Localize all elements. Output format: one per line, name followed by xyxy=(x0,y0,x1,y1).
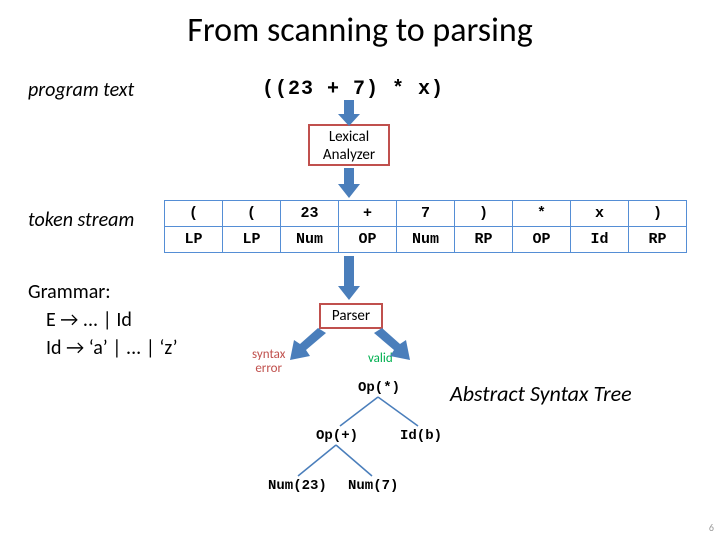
token-cell: ) xyxy=(455,201,513,227)
token-cell: RP xyxy=(629,227,687,253)
token-cell: x xyxy=(571,201,629,227)
parser-box: Parser xyxy=(319,303,383,329)
token-cell: OP xyxy=(513,227,571,253)
syntax-error-label: syntax error xyxy=(252,348,285,376)
token-cell: Id xyxy=(571,227,629,253)
token-cell: Num xyxy=(397,227,455,253)
tree-node-root: Op(*) xyxy=(358,380,400,396)
tree-node-op-plus: Op(+) xyxy=(316,428,358,444)
program-text-label: program text xyxy=(28,78,134,102)
token-stream-label: token stream xyxy=(28,208,134,232)
grammar-rule-2: Id → ‘a’ | ... | ‘z’ xyxy=(28,334,178,362)
tree-node-num23: Num(23) xyxy=(268,478,327,494)
slide-title: From scanning to parsing xyxy=(0,0,720,51)
program-text-code: ((23 + 7) * x) xyxy=(262,78,444,101)
lexical-analyzer-box: Lexical Analyzer xyxy=(308,124,390,166)
token-cell: ) xyxy=(629,201,687,227)
tree-node-num7: Num(7) xyxy=(348,478,398,494)
token-cell: 23 xyxy=(281,201,339,227)
valid-label: valid xyxy=(368,351,393,366)
tree-node-id-b: Id(b) xyxy=(400,428,442,444)
token-cell: LP xyxy=(223,227,281,253)
grammar-rule-1: E → ... | Id xyxy=(28,306,178,334)
token-cell: + xyxy=(339,201,397,227)
token-cell: OP xyxy=(339,227,397,253)
token-cell: * xyxy=(513,201,571,227)
token-cell: LP xyxy=(165,227,223,253)
token-table: ( ( 23 + 7 ) * x ) LP LP Num OP Num RP O… xyxy=(164,200,687,253)
lex-line2: Analyzer xyxy=(323,146,375,164)
token-cell: ( xyxy=(165,201,223,227)
token-cell: Num xyxy=(281,227,339,253)
grammar-block: Grammar: E → ... | Id Id → ‘a’ | ... | ‘… xyxy=(28,278,178,362)
token-cell: 7 xyxy=(397,201,455,227)
lex-line1: Lexical xyxy=(329,128,369,146)
token-cell: ( xyxy=(223,201,281,227)
ast-label: Abstract Syntax Tree xyxy=(450,380,632,407)
token-cell: RP xyxy=(455,227,513,253)
page-number: 6 xyxy=(709,521,714,534)
grammar-title: Grammar: xyxy=(28,278,178,306)
